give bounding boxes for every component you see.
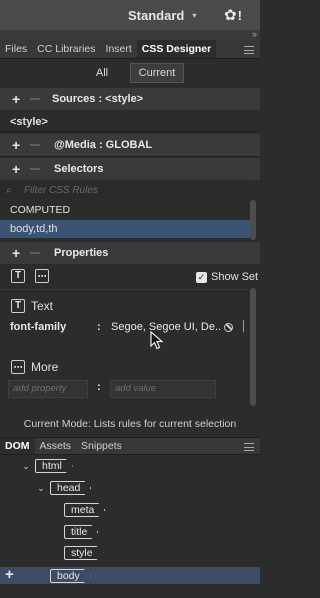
show-set-label: Show Set [211, 271, 259, 283]
dom-node-title[interactable]: title [64, 525, 98, 539]
remove-selector-icon[interactable] [30, 168, 40, 170]
more-section-title: More [31, 360, 59, 374]
properties-title: Properties [54, 247, 109, 259]
chevron-down-icon[interactable]: ⌄ [37, 483, 45, 494]
current-mode-button[interactable]: Current [130, 63, 184, 83]
alert-icon: ! [237, 7, 242, 23]
font-family-label: font-family [10, 321, 67, 333]
selectors-scrollbar[interactable] [250, 200, 256, 240]
add-source-icon[interactable]: + [12, 92, 22, 106]
tab-insert[interactable]: Insert [101, 40, 137, 58]
filter-css-rules-input[interactable]: ⌕ Filter CSS Rules [0, 181, 250, 199]
collapse-icon[interactable]: » [252, 29, 257, 39]
selector-item-body-td-th[interactable]: body,td,th [10, 223, 58, 235]
tab-cc-libraries[interactable]: CC Libraries [32, 40, 100, 58]
checkmark-icon: ✓ [196, 271, 207, 283]
properties-header: + Properties [0, 242, 260, 264]
tag-title[interactable]: title [64, 525, 98, 539]
tag-head[interactable]: head [50, 481, 91, 495]
workspace-label: Standard [128, 7, 185, 23]
colon: : [97, 321, 101, 333]
media-header: + @Media : GLOBAL [0, 134, 260, 156]
dom-node-style[interactable]: style [64, 546, 104, 560]
text-category-icon[interactable]: T [11, 269, 25, 283]
selectors-title: Selectors [54, 163, 104, 175]
add-element-icon[interactable]: + [5, 566, 14, 583]
add-property-input[interactable]: add property [8, 380, 88, 398]
tab-assets[interactable]: Assets [35, 438, 77, 454]
tab-snippets[interactable]: Snippets [76, 438, 127, 454]
source-item[interactable]: <style> [10, 116, 48, 128]
status-text: Current Mode: Lists rules for current se… [23, 418, 237, 430]
divider [0, 131, 260, 132]
text-section-title: Text [31, 299, 54, 313]
remove-media-icon[interactable] [30, 144, 40, 146]
colon: : [97, 381, 101, 393]
tag-meta[interactable]: meta [64, 503, 105, 517]
settings-button[interactable]: ✿! [224, 5, 242, 25]
remove-source-icon[interactable] [30, 98, 40, 100]
properties-scrollbar[interactable] [250, 288, 256, 406]
tag-style[interactable]: style [64, 546, 104, 560]
delete-property-icon[interactable] [243, 320, 249, 332]
panel-menu-icon[interactable] [244, 46, 254, 54]
tag-html[interactable]: html [35, 459, 73, 473]
search-icon: ⌕ [6, 184, 12, 196]
dom-node-meta[interactable]: meta [64, 503, 105, 517]
sources-header: + Sources : <style> [0, 88, 260, 110]
disable-property-icon[interactable] [224, 323, 233, 332]
dom-panel-tabs: DOM Assets Snippets [0, 437, 260, 455]
dom-node-body[interactable]: body [50, 569, 91, 583]
workspace-dropdown[interactable]: Standard ▾ [128, 6, 196, 24]
text-section-icon: T [11, 299, 25, 313]
show-set-checkbox[interactable]: ✓ Show Set [196, 271, 258, 283]
tag-body[interactable]: body [50, 569, 91, 583]
tab-files[interactable]: Files [0, 40, 32, 58]
gear-icon: ✿ [224, 7, 237, 24]
sources-title: Sources : <style> [52, 93, 144, 105]
font-family-value[interactable]: Segoe, Segoe UI, De... [111, 321, 221, 333]
chevron-down-icon: ▾ [192, 10, 197, 20]
add-selector-icon[interactable]: + [12, 162, 22, 176]
add-value-input[interactable]: add value [110, 380, 216, 398]
panel-tabs: Files CC Libraries Insert CSS Designer [0, 40, 260, 59]
divider [0, 289, 248, 290]
tab-css-designer[interactable]: CSS Designer [136, 40, 217, 58]
all-mode-button[interactable]: All [74, 63, 130, 83]
chevron-down-icon[interactable]: ⌄ [22, 461, 30, 472]
panel-strip [0, 30, 260, 40]
add-media-icon[interactable]: + [12, 138, 22, 152]
selector-item-computed[interactable]: COMPUTED [10, 204, 70, 216]
dom-node-selected-row[interactable] [0, 567, 260, 584]
dom-node-html[interactable]: ⌄ html [22, 459, 73, 473]
dom-panel-menu-icon[interactable] [244, 443, 254, 451]
more-category-icon[interactable]: ⋯ [35, 269, 49, 283]
remove-property-icon[interactable] [30, 252, 40, 254]
mouse-cursor-icon [150, 331, 164, 350]
more-section-icon: ⋯ [11, 360, 25, 374]
selectors-header: + Selectors [0, 158, 260, 180]
add-property-icon[interactable]: + [12, 246, 22, 260]
media-title: @Media : GLOBAL [54, 139, 153, 151]
divider [0, 156, 260, 157]
dom-node-head[interactable]: ⌄ head [37, 481, 91, 495]
filter-placeholder: Filter CSS Rules [24, 184, 98, 196]
tab-dom[interactable]: DOM [0, 438, 35, 454]
